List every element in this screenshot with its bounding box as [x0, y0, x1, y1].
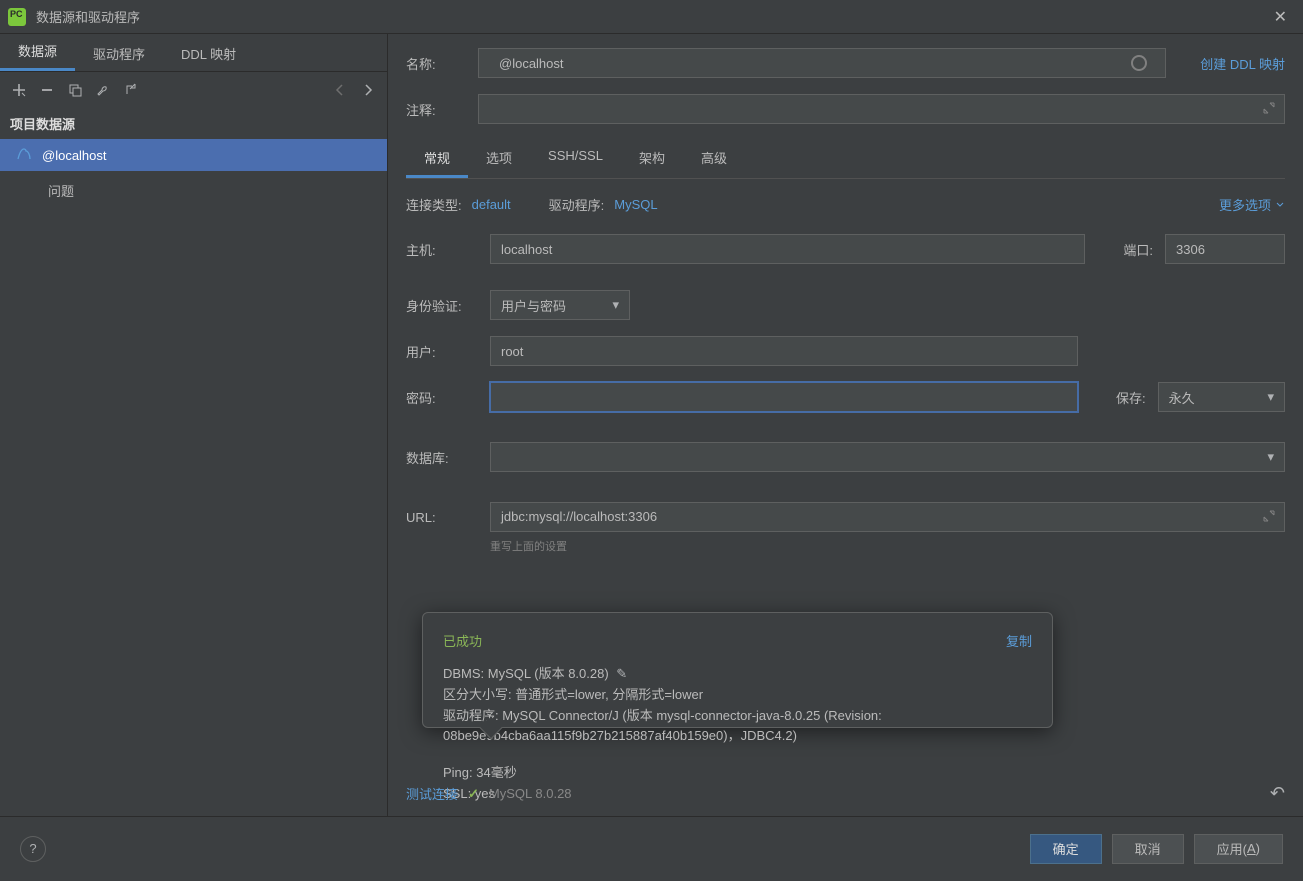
test-row: 测试连接 ✓ MySQL 8.0.28 ↶	[406, 783, 1285, 804]
chevron-down-icon: ▾	[1267, 389, 1274, 405]
close-icon[interactable]: ✕	[1266, 3, 1295, 31]
comment-input[interactable]	[478, 94, 1285, 124]
help-icon[interactable]: ?	[20, 836, 46, 862]
check-icon: ✓	[468, 786, 479, 802]
color-picker-icon[interactable]	[1131, 55, 1147, 71]
datasource-item-localhost[interactable]: @localhost	[0, 139, 387, 171]
right-panel: 名称: 创建 DDL 映射 注释: 常规 选项 SSH/SSL 架构 高级	[388, 34, 1303, 816]
user-input[interactable]	[490, 336, 1078, 366]
label-database: 数据库:	[406, 448, 478, 467]
back-icon[interactable]	[329, 79, 351, 101]
conn-type-link[interactable]: default	[472, 197, 511, 212]
dialog-title: 数据源和驱动程序	[36, 7, 140, 26]
tab-ddl-mappings[interactable]: DDL 映射	[163, 36, 254, 71]
remove-icon[interactable]	[36, 79, 58, 101]
tab-datasources[interactable]: 数据源	[0, 33, 75, 71]
cancel-button[interactable]: 取消	[1112, 834, 1184, 864]
label-driver: 驱动程序:	[549, 195, 605, 214]
label-user: 用户:	[406, 342, 478, 361]
test-version: MySQL 8.0.28	[489, 786, 572, 801]
subtab-general[interactable]: 常规	[406, 140, 468, 178]
datasource-item-label: @localhost	[42, 148, 107, 163]
password-input[interactable]	[490, 382, 1078, 412]
footer: ? 确定 取消 应用(A)	[0, 816, 1303, 880]
save-select[interactable]: 永久 ▾	[1158, 382, 1285, 412]
label-save: 保存:	[1116, 388, 1146, 407]
popup-line-driver: 驱动程序: MySQL Connector/J (版本 mysql-connec…	[443, 706, 1032, 748]
name-input[interactable]	[489, 49, 1123, 77]
label-auth: 身份验证:	[406, 296, 478, 315]
label-password: 密码:	[406, 388, 478, 407]
pencil-icon[interactable]: ✎	[616, 666, 627, 681]
section-problems[interactable]: 问题	[0, 171, 387, 210]
expand-icon[interactable]	[1262, 509, 1276, 523]
database-select[interactable]: ▾	[490, 442, 1285, 472]
popup-line-ping: Ping: 34毫秒	[443, 763, 1032, 784]
subtab-schemas[interactable]: 架构	[621, 140, 683, 178]
label-port: 端口:	[1123, 240, 1153, 259]
left-toolbar	[0, 72, 387, 108]
test-result-popup: 已成功 复制 DBMS: MySQL (版本 8.0.28) ✎ 区分大小写: …	[422, 612, 1053, 728]
wrench-icon[interactable]	[92, 79, 114, 101]
left-panel: 数据源 驱动程序 DDL 映射	[0, 34, 388, 816]
forward-icon[interactable]	[357, 79, 379, 101]
label-name: 名称:	[406, 54, 466, 73]
driver-link[interactable]: MySQL	[614, 197, 657, 212]
tab-drivers[interactable]: 驱动程序	[75, 36, 163, 71]
url-input[interactable]: jdbc:mysql://localhost:3306	[490, 502, 1285, 532]
test-connection-link[interactable]: 测试连接	[406, 784, 458, 803]
subtab-options[interactable]: 选项	[468, 140, 530, 178]
chevron-down-icon: ▾	[612, 297, 619, 313]
add-icon[interactable]	[8, 79, 30, 101]
success-label: 已成功	[443, 631, 482, 650]
export-icon[interactable]	[120, 79, 142, 101]
expand-icon[interactable]	[1262, 101, 1276, 115]
more-options-link[interactable]: 更多选项	[1219, 195, 1285, 214]
connection-meta: 连接类型: default 驱动程序: MySQL 更多选项	[406, 195, 1285, 214]
label-url: URL:	[406, 510, 478, 525]
label-conn-type: 连接类型:	[406, 195, 462, 214]
popup-line-dbms: DBMS: MySQL (版本 8.0.28) ✎	[443, 664, 1032, 685]
main: 数据源 驱动程序 DDL 映射	[0, 34, 1303, 816]
chevron-down-icon: ▾	[1267, 449, 1274, 465]
label-host: 主机:	[406, 240, 478, 259]
copy-link[interactable]: 复制	[1006, 631, 1032, 650]
ok-button[interactable]: 确定	[1030, 834, 1102, 864]
mysql-icon	[16, 147, 32, 163]
label-comment: 注释:	[406, 100, 466, 119]
name-input-wrapper	[478, 48, 1166, 78]
revert-icon[interactable]: ↶	[1270, 783, 1285, 804]
top-tabs: 数据源 驱动程序 DDL 映射	[0, 34, 387, 72]
copy-icon[interactable]	[64, 79, 86, 101]
sub-tabs: 常规 选项 SSH/SSL 架构 高级	[406, 140, 1285, 179]
section-project-datasources: 项目数据源	[0, 108, 387, 139]
create-ddl-link[interactable]: 创建 DDL 映射	[1200, 54, 1285, 73]
popup-line-case: 区分大小写: 普通形式=lower, 分隔形式=lower	[443, 685, 1032, 706]
url-hint: 重写上面的设置	[490, 538, 1285, 554]
subtab-advanced[interactable]: 高级	[683, 140, 745, 178]
app-icon	[8, 8, 26, 26]
apply-button[interactable]: 应用(A)	[1194, 834, 1283, 864]
titlebar: 数据源和驱动程序 ✕	[0, 0, 1303, 34]
host-input[interactable]	[490, 234, 1085, 264]
chevron-down-icon	[1275, 200, 1285, 210]
subtab-ssh-ssl[interactable]: SSH/SSL	[530, 140, 621, 178]
port-input[interactable]	[1165, 234, 1285, 264]
auth-select[interactable]: 用户与密码 ▾	[490, 290, 630, 320]
